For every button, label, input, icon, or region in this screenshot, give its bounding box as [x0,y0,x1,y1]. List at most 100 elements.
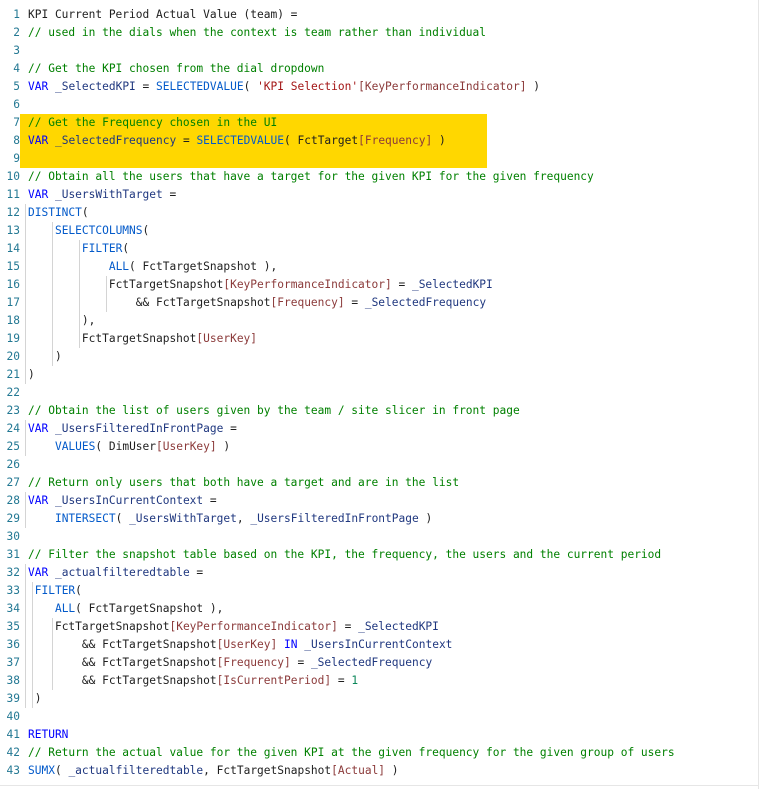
code-token: ALL [108,260,130,273]
line-code[interactable]: VAR _UsersWithTarget = [28,186,176,204]
line-code[interactable]: // Get the KPI chosen from the dial drop… [28,60,324,78]
code-line-42[interactable]: 42 // Return the actual value for the giv… [0,744,784,762]
code-token: = [331,674,352,687]
code-token: = [344,296,365,309]
line-code[interactable]: // Return the actual value for the given… [28,744,675,762]
code-token: _SelectedKPI [54,80,136,93]
code-token: FctTargetSnapshot [102,638,217,651]
line-code[interactable]: // Filter the snapshot table based on th… [28,546,661,564]
code-line-25[interactable]: 25 VALUES( DimUser[UserKey] ) [0,438,784,456]
line-code[interactable]: ) [28,348,62,366]
code-line-19[interactable]: 19 FctTargetSnapshot[UserKey] [0,330,784,348]
line-code[interactable]: SUMX( _actualfilteredtable, FctTargetSna… [28,762,399,780]
line-code[interactable]: SELECTCOLUMNS( [28,222,149,240]
vertical-scrollbar[interactable] [758,0,784,789]
line-code[interactable]: && FctTargetSnapshot[IsCurrentPeriod] = … [28,672,358,690]
dax-code-editor[interactable]: 1 KPI Current Period Actual Value (team) … [0,0,784,789]
line-code[interactable]: && FctTargetSnapshot[Frequency] = _Selec… [28,294,486,312]
code-line-43[interactable]: 43 SUMX( _actualfilteredtable, FctTargetS… [0,762,784,780]
line-code[interactable]: INTERSECT( _UsersWithTarget, _UsersFilte… [28,510,432,528]
code-line-23[interactable]: 23 // Obtain the list of users given by t… [0,402,784,420]
line-code[interactable]: // used in the dials when the context is… [28,24,486,42]
code-line-5[interactable]: 5 VAR _SelectedKPI = SELECTEDVALUE( 'KPI … [0,78,784,96]
line-code[interactable]: VAR _SelectedKPI = SELECTEDVALUE( 'KPI S… [28,78,540,96]
line-code[interactable]: VAR _actualfilteredtable = [28,564,203,582]
code-token: FctTargetSnapshot [54,620,170,633]
code-line-37[interactable]: 37 && FctTargetSnapshot[Frequency] = _Se… [0,654,784,672]
code-line-3[interactable]: 3 [0,42,784,60]
line-code[interactable]: RETURN [28,726,68,744]
line-code[interactable]: // Get the Frequency chosen in the UI [28,114,277,132]
code-line-41[interactable]: 41 RETURN [0,726,784,744]
code-line-31[interactable]: 31 // Filter the snapshot table based on … [0,546,784,564]
code-token: [UserKey] [156,440,217,453]
line-code[interactable]: FctTargetSnapshot[UserKey] [28,330,257,348]
code-line-18[interactable]: 18 ), [0,312,784,330]
line-code[interactable]: ) [28,366,35,384]
code-line-7[interactable]: 7 // Get the Frequency chosen in the UI [0,114,784,132]
code-line-2[interactable]: 2 // used in the dials when the context i… [0,24,784,42]
code-line-16[interactable]: 16 FctTargetSnapshot[KeyPerformanceIndic… [0,276,784,294]
code-line-39[interactable]: 39 ) [0,690,784,708]
code-line-34[interactable]: 34 ALL( FctTargetSnapshot ), [0,600,784,618]
line-code[interactable]: VAR _UsersFilteredInFrontPage = [28,420,237,438]
line-number: 13 [6,224,20,237]
code-line-27[interactable]: 27 // Return only users that both have a … [0,474,784,492]
line-code[interactable]: ), [28,312,95,330]
code-line-20[interactable]: 20 ) [0,348,784,366]
line-code[interactable]: VAR _SelectedFrequency = SELECTEDVALUE( … [28,132,446,150]
line-code[interactable]: VAR _UsersInCurrentContext = [28,492,217,510]
code-line-32[interactable]: 32 VAR _actualfilteredtable = [0,564,784,582]
line-number: 11 [6,188,20,201]
code-line-21[interactable]: 21) [0,366,784,384]
line-code[interactable]: VALUES( DimUser[UserKey] ) [28,438,230,456]
code-line-30[interactable]: 30 [0,528,784,546]
code-line-28[interactable]: 28 VAR _UsersInCurrentContext = [0,492,784,510]
indent-guide [25,204,26,384]
line-code[interactable]: KPI Current Period Actual Value (team) = [28,6,297,24]
code-lines[interactable]: 1 KPI Current Period Actual Value (team) … [0,6,784,780]
line-code[interactable]: ALL( FctTargetSnapshot ), [28,258,277,276]
code-line-8[interactable]: 8 VAR _SelectedFrequency = SELECTEDVALUE(… [0,132,784,150]
code-line-4[interactable]: 4 // Get the KPI chosen from the dial dro… [0,60,784,78]
line-code[interactable]: ALL( FctTargetSnapshot ), [28,600,223,618]
code-line-14[interactable]: 14 FILTER( [0,240,784,258]
code-token: FctTarget [297,134,359,147]
line-number: 42 [6,746,20,759]
code-token: = [337,620,359,633]
code-token: [KeyPerformanceIndicator] [169,620,338,633]
line-code[interactable]: FctTargetSnapshot[KeyPerformanceIndicato… [28,276,493,294]
code-line-29[interactable]: 29 INTERSECT( _UsersWithTarget, _UsersFi… [0,510,784,528]
code-line-22[interactable]: 22 [0,384,784,402]
code-line-15[interactable]: 15 ALL( FctTargetSnapshot ), [0,258,784,276]
line-code[interactable]: && FctTargetSnapshot[UserKey] IN _UsersI… [28,636,453,654]
code-line-33[interactable]: 33 FILTER( [0,582,784,600]
line-code[interactable]: // Obtain all the users that have a targ… [28,168,594,186]
code-token: // Obtain all the users that have a targ… [28,170,594,183]
line-code[interactable]: FctTargetSnapshot[KeyPerformanceIndicato… [28,618,439,636]
code-line-35[interactable]: 35 FctTargetSnapshot[KeyPerformanceIndic… [0,618,784,636]
code-line-13[interactable]: 13 SELECTCOLUMNS( [0,222,784,240]
line-code[interactable]: DISTINCT( [28,204,89,222]
line-code[interactable]: // Obtain the list of users given by the… [28,402,520,420]
line-code[interactable]: // Return only users that both have a ta… [28,474,459,492]
code-token: FctTargetSnapshot [102,674,217,687]
code-line-10[interactable]: 10 // Obtain all the users that have a ta… [0,168,784,186]
line-code[interactable]: FILTER( [28,582,82,600]
code-line-17[interactable]: 17 && FctTargetSnapshot[Frequency] = _Se… [0,294,784,312]
line-code[interactable]: ) [28,690,42,708]
line-code[interactable]: && FctTargetSnapshot[Frequency] = _Selec… [28,654,432,672]
code-line-38[interactable]: 38 && FctTargetSnapshot[IsCurrentPeriod]… [0,672,784,690]
code-line-6[interactable]: 6 [0,96,784,114]
code-line-1[interactable]: 1 KPI Current Period Actual Value (team) … [0,6,784,24]
code-line-12[interactable]: 12 DISTINCT( [0,204,784,222]
code-line-9[interactable]: 9 [0,150,784,168]
code-token: [KeyPerformanceIndicator] [358,80,527,93]
code-line-24[interactable]: 24 VAR _UsersFilteredInFrontPage = [0,420,784,438]
code-line-40[interactable]: 40 [0,708,784,726]
code-line-26[interactable]: 26 [0,456,784,474]
line-number: 10 [6,170,20,183]
code-line-11[interactable]: 11 VAR _UsersWithTarget = [0,186,784,204]
code-line-36[interactable]: 36 && FctTargetSnapshot[UserKey] IN _Use… [0,636,784,654]
